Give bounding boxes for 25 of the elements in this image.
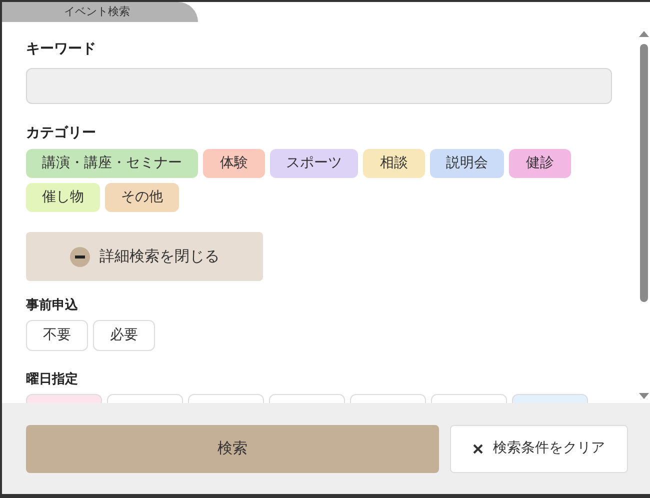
close-icon: [473, 444, 483, 454]
clear-button[interactable]: 検索条件をクリア: [450, 424, 628, 472]
scrollbar[interactable]: [638, 30, 650, 400]
category-chip[interactable]: 相談: [363, 149, 425, 178]
category-chip[interactable]: 催し物: [26, 183, 100, 212]
section-heading: 事前申込: [26, 297, 78, 315]
search-button[interactable]: 検索: [26, 424, 439, 472]
option-button[interactable]: 不要: [26, 320, 88, 351]
category-chip[interactable]: 体験: [203, 149, 265, 178]
scroll-down-icon[interactable]: [639, 392, 649, 400]
section-heading: 曜日指定: [26, 371, 78, 389]
section-heading: キーワード: [26, 40, 96, 58]
option-button[interactable]: 必要: [93, 320, 155, 351]
panel-tab[interactable]: イベント検索: [2, 2, 198, 22]
category-chip[interactable]: 健診: [509, 149, 571, 178]
keyword-field[interactable]: [26, 68, 612, 104]
category-chip[interactable]: その他: [105, 183, 179, 212]
scroll-up-icon[interactable]: [639, 30, 649, 38]
detail-toggle-button[interactable]: 詳細検索を閉じる: [26, 232, 263, 281]
category-chip[interactable]: スポーツ: [270, 149, 358, 178]
section-heading: カテゴリー: [26, 124, 96, 142]
minus-icon: [70, 246, 90, 266]
scrollbar-thumb[interactable]: [640, 44, 648, 302]
category-chip[interactable]: 講演・講座・セミナー: [26, 149, 198, 178]
category-chip[interactable]: 説明会: [430, 149, 504, 178]
